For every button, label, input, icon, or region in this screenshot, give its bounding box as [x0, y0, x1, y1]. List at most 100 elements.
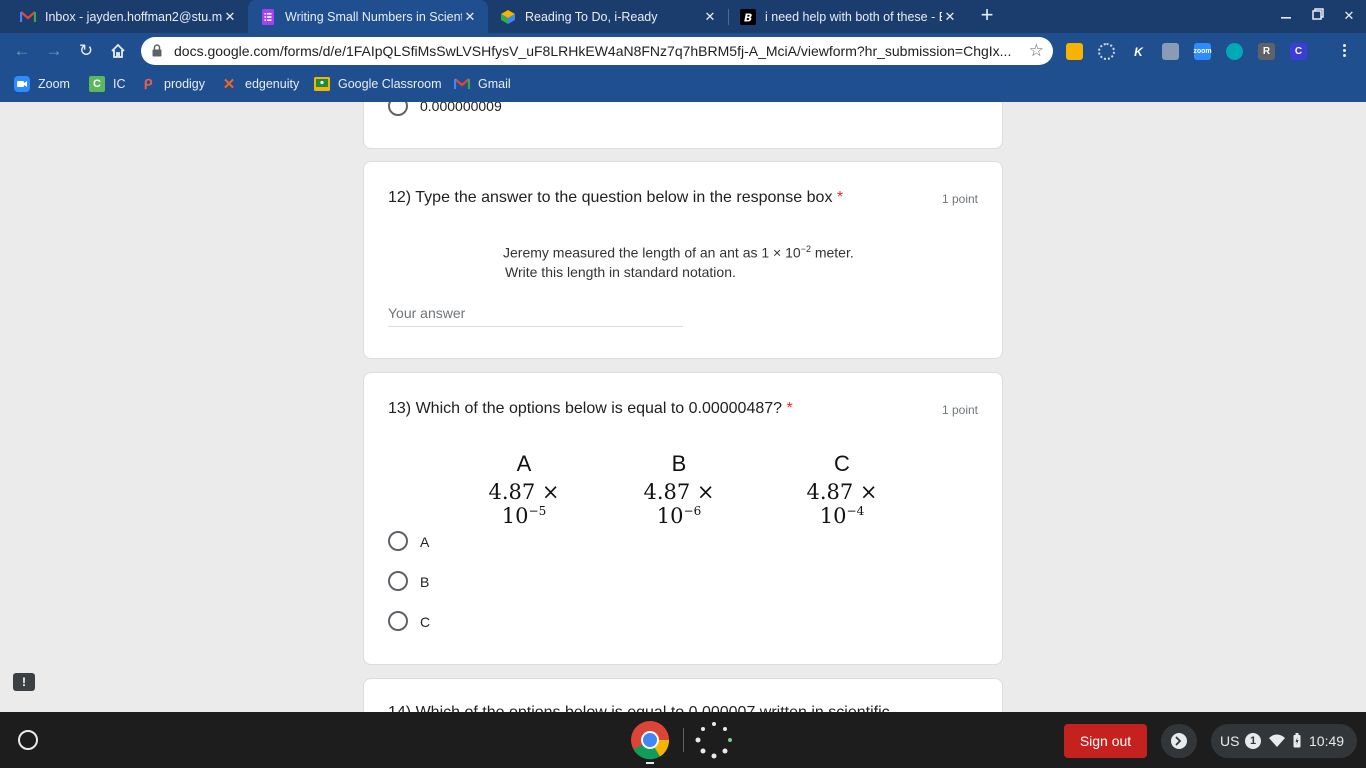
radio-option-a[interactable]	[388, 531, 408, 551]
image-text: Jeremy measured the length of an ant as …	[503, 244, 801, 261]
question-card-12: 12) Type the answer to the question belo…	[363, 161, 1003, 359]
bookmark-label: Google Classroom	[338, 77, 442, 91]
bookmark-google-classroom[interactable]: Google Classroom	[314, 70, 442, 98]
google-forms-icon	[260, 8, 276, 25]
question-text: 13) Which of the options below is equal …	[388, 400, 783, 417]
tab-title: Reading To Do, i-Ready	[525, 9, 658, 24]
iready-icon	[500, 9, 516, 25]
question-title: 14) Which of the options below is equal …	[388, 704, 890, 712]
required-marker: *	[836, 189, 844, 206]
active-app-indicator	[646, 762, 654, 764]
wifi-icon	[1269, 734, 1285, 750]
bookmarks-bar: Zoom C IC ᑭ prodigy ✕ edgenuity Google C…	[0, 70, 1366, 102]
image-option-expression: 4.87 × 10−5	[464, 480, 584, 528]
back-arrow-icon[interactable]: ←	[10, 39, 34, 63]
star-icon[interactable]: ☆	[1029, 41, 1044, 61]
loading-extension-icon[interactable]	[1098, 43, 1115, 60]
new-tab-button[interactable]: +	[975, 4, 999, 28]
radio-option-c[interactable]	[388, 611, 408, 631]
chrome-icon[interactable]	[630, 720, 670, 764]
feedback-button[interactable]: !	[13, 673, 35, 691]
answer-input[interactable]: Your answer	[388, 302, 683, 327]
gmail-icon	[454, 76, 470, 92]
question-points: 1 point	[941, 192, 978, 206]
question-card-14: 14) Which of the options below is equal …	[363, 678, 1003, 712]
image-exponent: −2	[800, 244, 811, 254]
close-icon[interactable]: ✕	[942, 9, 958, 25]
notification-count: 1	[1245, 733, 1261, 749]
svg-text:B: B	[744, 11, 752, 24]
option-label-c: C	[420, 614, 431, 630]
image-option-expression: 4.87 × 10−6	[619, 480, 739, 528]
browser-toolbar: ← → ↻ docs.google.com/forms/d/e/1FAIpQLS…	[0, 33, 1366, 70]
option-label: 0.000000009	[420, 102, 502, 114]
bookmark-prodigy[interactable]: ᑭ prodigy	[140, 70, 205, 98]
bookmark-label: Gmail	[478, 77, 511, 91]
restore-icon[interactable]	[1308, 6, 1328, 26]
tab-gmail-inbox[interactable]: Inbox - jayden.hoffman2@stu.m ✕	[8, 0, 248, 33]
bookmark-ic[interactable]: C IC	[89, 70, 126, 98]
sign-out-button[interactable]: Sign out	[1064, 724, 1147, 758]
option-label-b: B	[420, 574, 430, 590]
bookmark-label: Zoom	[38, 77, 70, 91]
image-option-base: 4.87 × 10	[806, 480, 878, 528]
gmail-icon	[20, 9, 36, 25]
google-classroom-icon	[314, 76, 330, 92]
close-icon[interactable]: ✕	[462, 9, 478, 25]
image-option-b: B 4.87 × 10−6	[619, 451, 739, 528]
image-option-letter: B	[671, 451, 687, 476]
image-option-expression: 4.87 × 10−4	[782, 480, 902, 528]
loading-app-icon[interactable]	[694, 720, 734, 760]
question-image: A 4.87 × 10−5 B 4.87 × 10−6 C 4.87 × 10−…	[464, 451, 914, 528]
close-icon[interactable]: ✕	[222, 9, 238, 25]
address-bar[interactable]: docs.google.com/forms/d/e/1FAIpQLSfiMsSw…	[141, 37, 1053, 65]
zoom-extension-icon[interactable]: zoom	[1193, 43, 1212, 60]
question-card-13: 13) Which of the options below is equal …	[363, 372, 1003, 665]
tab-title: Inbox - jayden.hoffman2@stu.m	[45, 9, 222, 24]
launcher-icon[interactable]	[18, 730, 38, 750]
image-option-exponent: −5	[528, 504, 547, 518]
c-extension-icon[interactable]: C	[1290, 43, 1307, 60]
zoom-icon	[14, 76, 30, 92]
minimize-icon[interactable]	[1276, 6, 1296, 26]
edgenuity-icon: ✕	[222, 76, 236, 93]
radio-option-b[interactable]	[388, 571, 408, 591]
image-option-exponent: −4	[846, 504, 865, 518]
bookmark-edgenuity[interactable]: ✕ edgenuity	[221, 70, 300, 98]
shelf-divider	[683, 728, 684, 752]
forward-arrow-icon[interactable]: →	[42, 39, 66, 63]
google-drive-extension-icon[interactable]	[1066, 43, 1083, 60]
tab-google-forms[interactable]: Writing Small Numbers in Scient ✕	[248, 0, 488, 33]
read-extension-icon[interactable]: R	[1258, 43, 1275, 60]
prodigy-icon: ᑭ	[143, 75, 153, 92]
radio-button[interactable]	[388, 102, 408, 116]
lock-icon	[152, 44, 162, 62]
close-icon[interactable]: ✕	[702, 9, 718, 25]
home-icon[interactable]	[106, 39, 130, 63]
kami-extension-icon[interactable]: K	[1130, 43, 1147, 60]
url-text: docs.google.com/forms/d/e/1FAIpQLSfiMsSw…	[174, 43, 1012, 59]
tab-iready[interactable]: Reading To Do, i-Ready ✕	[488, 0, 728, 33]
tab-brainly[interactable]: B i need help with both of these - B ✕	[728, 0, 968, 33]
answer-placeholder: Your answer	[388, 305, 466, 321]
question-image: Jeremy measured the length of an ant as …	[503, 240, 854, 282]
question-text: 12) Type the answer to the question belo…	[388, 189, 833, 206]
bookmark-zoom[interactable]: Zoom	[14, 70, 70, 98]
form-page: 0.000000009 12) Type the answer to the q…	[0, 102, 1366, 712]
status-tray[interactable]: US 1 10:49	[1211, 724, 1357, 758]
screenshot-extension-icon[interactable]	[1162, 43, 1179, 60]
bookmark-label: edgenuity	[245, 77, 300, 91]
bookmark-gmail[interactable]: Gmail	[454, 70, 511, 98]
more-menu-icon[interactable]	[1339, 42, 1349, 62]
screencastify-extension-icon[interactable]	[1226, 43, 1243, 60]
image-option-letter: A	[516, 451, 532, 476]
image-option-c: C 4.87 × 10−4	[782, 451, 902, 528]
reload-icon[interactable]: ↻	[74, 39, 98, 63]
clock: 10:49	[1309, 733, 1345, 749]
tab-title: Writing Small Numbers in Scient	[285, 9, 462, 24]
close-window-icon[interactable]: ✕	[1339, 6, 1359, 26]
image-text: meter.	[810, 244, 854, 261]
accessibility-icon[interactable]	[1161, 724, 1197, 758]
question-title: 13) Which of the options below is equal …	[388, 400, 793, 418]
tab-title: i need help with both of these - B	[765, 9, 942, 24]
